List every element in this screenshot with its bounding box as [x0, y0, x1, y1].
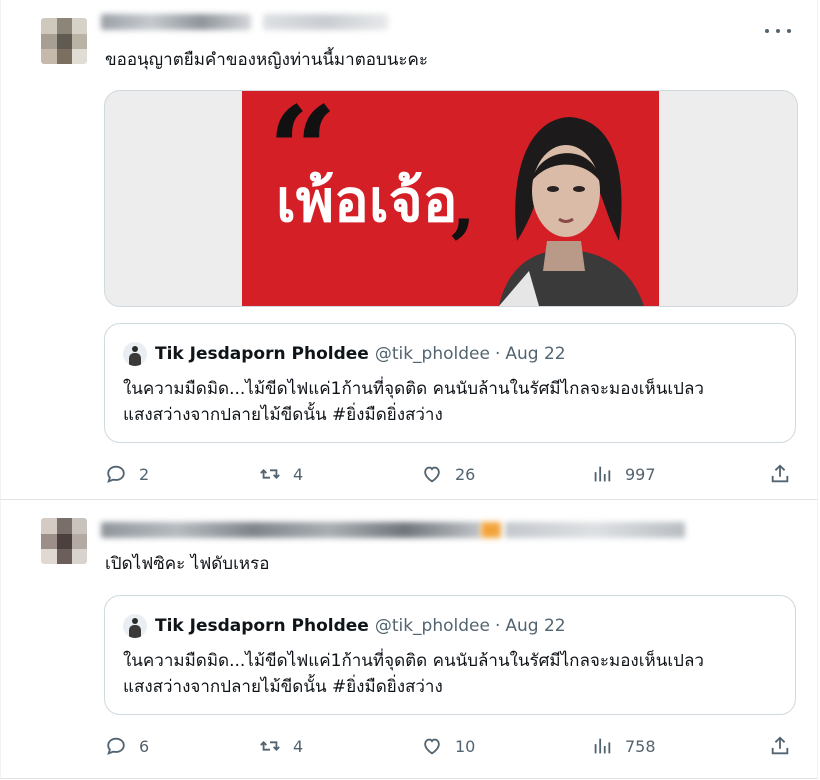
share-button[interactable]	[769, 733, 791, 759]
share-icon	[771, 464, 789, 483]
author-badge-redacted	[481, 522, 501, 538]
timeline: ขออนุญาตยืมคำของหญิงท่านนี้มาตอบนะคะ “ เ…	[0, 0, 820, 780]
author-handle-redacted[interactable]	[505, 522, 685, 538]
like-count: 10	[455, 736, 476, 756]
quoted-tweet[interactable]: Tik Jesdaporn Pholdee @tik_pholdee · Aug…	[104, 323, 796, 443]
views-icon	[594, 738, 611, 754]
tweet-image[interactable]: “ เพ้อเจ้อ ”	[104, 90, 798, 307]
quoted-text-line: แสงสว่างจากปลายไม้ขีดนั้น #ยิ่งมืดยิ่งสว…	[123, 405, 443, 425]
reply-count: 2	[139, 464, 150, 484]
quoted-author-name: Tik Jesdaporn Pholdee	[155, 616, 369, 636]
poster-text: เพ้อเจ้อ	[276, 169, 458, 234]
retweet-button[interactable]: 4	[259, 733, 303, 759]
like-button[interactable]: 26	[421, 461, 475, 487]
quoted-tweet-header: Tik Jesdaporn Pholdee @tik_pholdee · Aug…	[123, 614, 566, 638]
author-name-redacted[interactable]	[101, 522, 481, 538]
quoted-date: Aug 22	[505, 616, 566, 636]
more-icon[interactable]	[765, 22, 791, 40]
like-icon	[424, 738, 440, 755]
quoted-text: ในความมืดมิด...ไม้ขีดไฟแค่1ก้านที่จุดติด…	[123, 648, 704, 700]
reply-count: 6	[139, 736, 150, 756]
like-button[interactable]: 10	[421, 733, 475, 759]
views-button[interactable]: 997	[591, 461, 656, 487]
portrait-photo	[469, 91, 659, 306]
quoted-tweet-header: Tik Jesdaporn Pholdee @tik_pholdee · Aug…	[123, 342, 566, 366]
retweet-icon	[260, 469, 280, 479]
quoted-text-line: ในความมืดมิด...ไม้ขีดไฟแค่1ก้านที่จุดติด…	[123, 379, 704, 399]
like-count: 26	[455, 464, 476, 484]
views-button[interactable]: 758	[591, 733, 656, 759]
tweet-actions: 2 4 26 997	[1, 461, 819, 487]
separator-dot: ·	[494, 616, 501, 636]
views-icon	[594, 466, 611, 482]
tweet-actions: 6 4 10 758	[1, 733, 819, 759]
tweet[interactable]: เปิดไฟซิคะ ไฟดับเหรอ Tik Jesdaporn Phold…	[0, 500, 818, 779]
quoted-text-line: แสงสว่างจากปลายไม้ขีดนั้น #ยิ่งมืดยิ่งสว…	[123, 677, 443, 697]
views-count: 997	[625, 464, 656, 484]
retweet-count: 4	[293, 464, 304, 484]
reply-icon	[107, 465, 125, 483]
avatar[interactable]	[41, 518, 87, 564]
quoted-text: ในความมืดมิด...ไม้ขีดไฟแค่1ก้านที่จุดติด…	[123, 376, 704, 428]
reply-button[interactable]: 2	[105, 461, 149, 487]
views-count: 758	[625, 736, 656, 756]
quoted-author-handle: @tik_pholdee	[374, 344, 490, 364]
reply-button[interactable]: 6	[105, 733, 149, 759]
author-handle-redacted[interactable]	[263, 14, 388, 30]
retweet-button[interactable]: 4	[259, 461, 303, 487]
share-button[interactable]	[769, 461, 791, 487]
retweet-icon	[260, 741, 280, 751]
tweet[interactable]: ขออนุญาตยืมคำของหญิงท่านนี้มาตอบนะคะ “ เ…	[0, 0, 818, 500]
quoted-text-line: ในความมืดมิด...ไม้ขีดไฟแค่1ก้านที่จุดติด…	[123, 651, 704, 671]
quoted-author-name: Tik Jesdaporn Pholdee	[155, 344, 369, 364]
reply-icon	[107, 737, 125, 755]
like-icon	[424, 466, 440, 483]
quoted-avatar	[123, 342, 147, 366]
quoted-avatar	[123, 614, 147, 638]
quoted-author-handle: @tik_pholdee	[374, 616, 490, 636]
poster: “ เพ้อเจ้อ ”	[242, 91, 659, 306]
tweet-text: เปิดไฟซิคะ ไฟดับเหรอ	[105, 554, 270, 574]
tweet-text: ขออนุญาตยืมคำของหญิงท่านนี้มาตอบนะคะ	[105, 50, 428, 70]
separator-dot: ·	[494, 344, 501, 364]
author-name-redacted[interactable]	[101, 14, 251, 30]
quoted-date: Aug 22	[505, 344, 566, 364]
retweet-count: 4	[293, 736, 304, 756]
share-icon	[771, 736, 789, 755]
avatar[interactable]	[41, 18, 87, 64]
quoted-tweet[interactable]: Tik Jesdaporn Pholdee @tik_pholdee · Aug…	[104, 595, 796, 715]
